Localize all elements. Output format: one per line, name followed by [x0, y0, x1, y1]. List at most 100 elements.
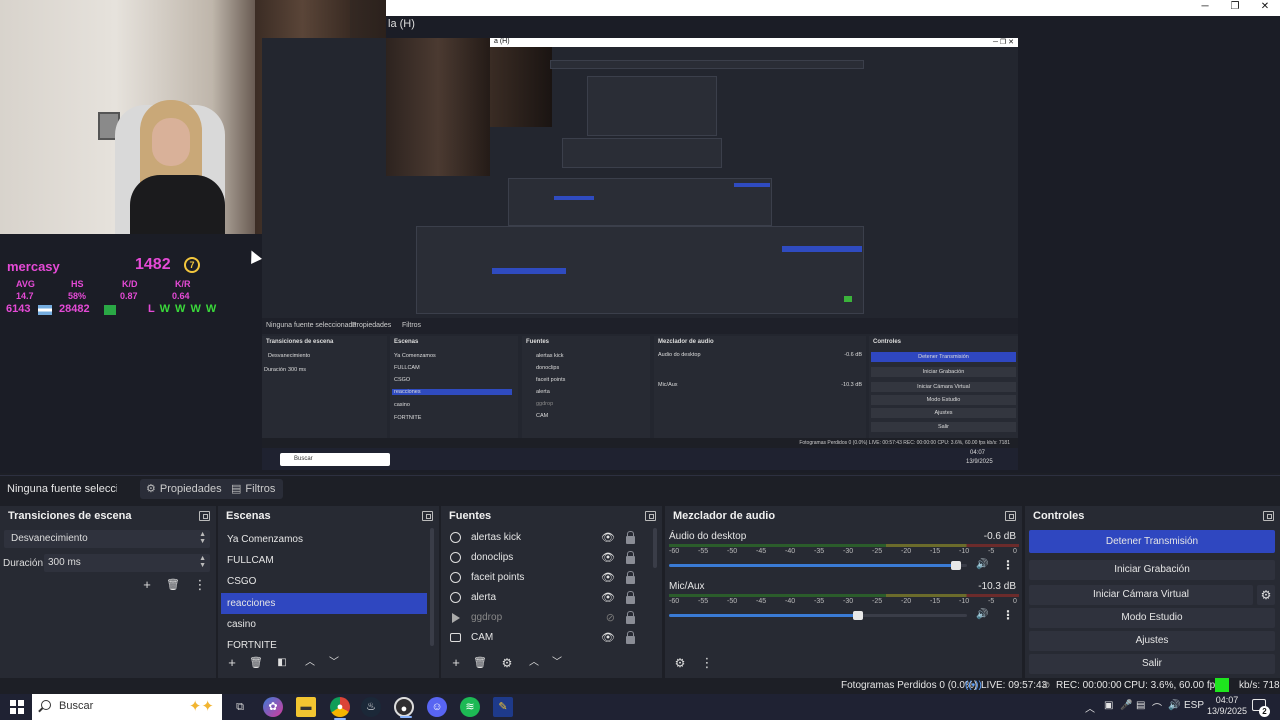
delete-source-button[interactable]: 🗑: [470, 654, 490, 672]
scene-item[interactable]: FULLCAM: [221, 550, 427, 571]
app-icon[interactable]: ✎: [493, 697, 513, 717]
lock-icon[interactable]: [626, 531, 635, 544]
lock-icon[interactable]: [626, 571, 635, 584]
float-dock-icon[interactable]: [1263, 511, 1274, 521]
task-view-icon[interactable]: ⧉: [230, 697, 250, 717]
move-down-button[interactable]: ﹀: [547, 654, 567, 672]
steam-icon[interactable]: ♨: [361, 697, 381, 717]
dock-header: Fuentes: [441, 506, 662, 526]
studio-mode-button[interactable]: Modo Estudio: [1029, 608, 1275, 628]
source-item[interactable]: faceit points 👁: [447, 568, 643, 588]
source-item-hidden[interactable]: ggdrop ⊘: [447, 608, 643, 628]
float-dock-icon[interactable]: [645, 511, 656, 521]
dock-header: Mezclador de audio: [665, 506, 1022, 526]
start-virtual-camera-button[interactable]: Iniciar Cámara Virtual: [1029, 585, 1253, 605]
source-item[interactable]: donoclips 👁: [447, 548, 643, 568]
notification-badge: 2: [1259, 706, 1270, 717]
scene-item-selected[interactable]: reacciones: [221, 593, 427, 614]
delete-transition-button[interactable]: 🗑: [163, 576, 183, 594]
spotify-icon[interactable]: ≋: [460, 697, 480, 717]
channel-menu-button[interactable]: ⋮: [1002, 608, 1014, 622]
float-dock-icon[interactable]: [199, 511, 210, 521]
sources-scrollbar[interactable]: [653, 528, 657, 568]
start-recording-button[interactable]: Iniciar Grabación: [1029, 560, 1275, 580]
properties-button[interactable]: ⚙ Propiedades: [140, 479, 230, 499]
eye-icon[interactable]: 👁: [601, 571, 615, 584]
spin-icon[interactable]: ▲ ▼: [199, 555, 206, 569]
channel-menu-button[interactable]: ⋮: [1002, 558, 1014, 572]
scene-filters-button[interactable]: ◧: [272, 654, 292, 672]
lock-icon[interactable]: [626, 551, 635, 564]
connection-status-indicator: [1215, 678, 1229, 692]
minimize-icon[interactable]: ─: [1190, 0, 1220, 16]
duration-input[interactable]: 300 ms ▲ ▼: [44, 554, 210, 572]
scene-item[interactable]: CSGO: [221, 571, 427, 592]
headset-icon[interactable]: ⌒: [1152, 700, 1162, 715]
volume-slider[interactable]: [669, 561, 967, 570]
volume-knob[interactable]: [852, 611, 863, 620]
filters-button[interactable]: ▤ Filtros: [225, 479, 284, 499]
transition-menu-button[interactable]: ⋮: [190, 576, 210, 594]
eye-icon[interactable]: 👁: [601, 631, 615, 644]
volume-icon[interactable]: 🔊: [1168, 700, 1180, 711]
settings-button[interactable]: Ajustes: [1029, 631, 1275, 651]
scenes-scrollbar[interactable]: [430, 528, 434, 646]
lock-icon[interactable]: [626, 611, 635, 624]
discord-icon[interactable]: ☺: [427, 697, 447, 717]
delete-scene-button[interactable]: 🗑: [246, 654, 266, 672]
restore-icon[interactable]: ❐: [1220, 0, 1250, 16]
speaker-icon[interactable]: 🔊: [976, 559, 988, 570]
mic-icon[interactable]: 🎤: [1120, 700, 1132, 711]
source-item[interactable]: alertas kick 👁: [447, 528, 643, 548]
help-menu[interactable]: la (H): [386, 16, 417, 32]
taskbar-search[interactable]: Buscar ✦✦: [32, 694, 222, 720]
close-icon[interactable]: ✕: [1250, 0, 1280, 16]
source-settings-button[interactable]: ⚙: [497, 654, 517, 672]
stat-header-avg: AVG: [16, 279, 35, 289]
nested-depth-2: [587, 76, 717, 136]
taskbar-clock[interactable]: 04:07 13/9/2025: [1207, 695, 1247, 717]
tray-icon-2[interactable]: ▤: [1136, 700, 1145, 711]
audio-meter: [669, 544, 1019, 547]
chrome-icon[interactable]: ●: [330, 697, 350, 720]
float-dock-icon[interactable]: [422, 511, 433, 521]
float-dock-icon[interactable]: [1005, 511, 1016, 521]
advanced-audio-settings-button[interactable]: ⚙: [670, 654, 690, 672]
eye-hidden-icon[interactable]: ⊘: [606, 611, 615, 624]
volume-knob[interactable]: [951, 561, 962, 570]
tray-expand-icon[interactable]: ︿: [1085, 700, 1095, 715]
virtual-camera-settings-icon[interactable]: ⚙: [1257, 585, 1275, 605]
eye-icon[interactable]: 👁: [601, 531, 615, 544]
move-up-button[interactable]: ︿: [524, 654, 544, 672]
speaker-icon[interactable]: 🔊: [976, 609, 988, 620]
eye-icon[interactable]: 👁: [601, 591, 615, 604]
scene-item[interactable]: FORTNITE: [221, 635, 427, 656]
language-indicator[interactable]: ESP: [1184, 700, 1204, 711]
lock-icon[interactable]: [626, 591, 635, 604]
add-source-button[interactable]: +: [446, 654, 466, 672]
mixer-menu-button[interactable]: ⋮: [697, 654, 717, 672]
add-scene-button[interactable]: +: [222, 654, 242, 672]
eye-icon[interactable]: 👁: [601, 551, 615, 564]
tray-icon-1[interactable]: ▣: [1104, 700, 1113, 711]
scene-item[interactable]: Ya Comenzamos: [221, 529, 427, 550]
obs-icon[interactable]: ●: [394, 697, 414, 718]
source-item[interactable]: alerta 👁: [447, 588, 643, 608]
copilot-icon[interactable]: ✿: [263, 697, 283, 717]
stop-streaming-button[interactable]: Detener Transmisión: [1029, 530, 1275, 553]
lock-icon[interactable]: [626, 631, 635, 644]
file-explorer-icon[interactable]: ▬: [296, 697, 316, 717]
source-item[interactable]: CAM 👁: [447, 628, 643, 648]
move-up-button[interactable]: ︿: [300, 654, 320, 672]
dock-title: Escenas: [226, 510, 271, 522]
captured-window-titlebar: ─ ❐ ✕: [386, 0, 1280, 16]
volume-slider[interactable]: [669, 611, 967, 620]
windows-start-icon[interactable]: [10, 700, 24, 714]
move-down-button[interactable]: ﹀: [324, 654, 344, 672]
add-transition-button[interactable]: +: [137, 576, 157, 594]
scene-item[interactable]: casino: [221, 614, 427, 635]
stream-preview[interactable]: mercasy 1482 7 AVG HS K/D K/R 14.7 58% 0…: [0, 0, 1280, 473]
transition-select[interactable]: Desvanecimiento ▲ ▼: [4, 530, 210, 548]
stat-value-kd: 0.87: [120, 291, 138, 301]
exit-button[interactable]: Salir: [1029, 654, 1275, 674]
